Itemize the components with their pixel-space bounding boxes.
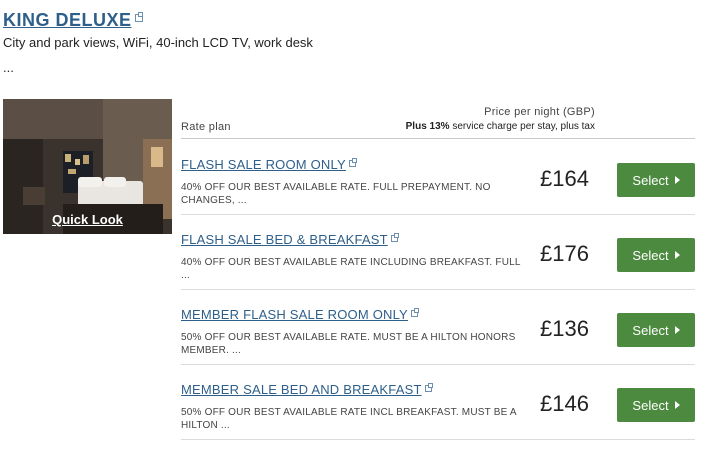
rate-name-link[interactable]: MEMBER SALE BED AND BREAKFAST (181, 382, 422, 397)
select-button[interactable]: Select (617, 313, 695, 347)
external-link-icon (410, 308, 419, 317)
rate-description: 50% OFF OUR BEST AVAILABLE RATE INCL BRE… (181, 407, 517, 431)
rate-row: MEMBER SALE BED AND BREAKFAST 50% OFF OU… (181, 365, 695, 440)
external-link-icon (390, 233, 399, 242)
room-photo[interactable]: Quick Look (3, 99, 172, 234)
rate-name-group: MEMBER FLASH SALE ROOM ONLY (181, 307, 419, 322)
arrow-right-icon (674, 401, 680, 409)
rate-plan-header: Rate plan (181, 121, 231, 133)
external-link-icon (134, 12, 143, 22)
select-button[interactable]: Select (617, 238, 695, 272)
rate-price: £176 (540, 241, 589, 266)
rate-row: FLASH SALE BED & BREAKFAST 40% OFF OUR B… (181, 215, 695, 290)
select-button[interactable]: Select (617, 388, 695, 422)
select-button-label: Select (632, 322, 669, 338)
room-title-group: KING DELUXE (3, 10, 143, 31)
room-more-text: ... (3, 60, 14, 75)
rate-description: 40% OFF OUR BEST AVAILABLE RATE INCLUDIN… (181, 257, 521, 281)
external-link-icon (424, 383, 433, 392)
rate-row: FLASH SALE ROOM ONLY 40% OFF OUR BEST AV… (181, 140, 695, 215)
rate-name-group: FLASH SALE ROOM ONLY (181, 157, 357, 172)
service-charge-text: service charge per stay, plus tax (449, 121, 595, 132)
select-button-label: Select (632, 247, 669, 263)
rate-name-link[interactable]: FLASH SALE BED & BREAKFAST (181, 232, 388, 247)
room-title-link[interactable]: KING DELUXE (3, 10, 132, 31)
price-per-night-label: Price per night (GBP) (484, 106, 595, 118)
header-divider (181, 138, 695, 139)
external-link-icon (348, 158, 357, 167)
rate-row: MEMBER FLASH SALE ROOM ONLY 50% OFF OUR … (181, 290, 695, 365)
quick-look-link[interactable]: Quick Look (3, 212, 172, 227)
rate-name-link[interactable]: MEMBER FLASH SALE ROOM ONLY (181, 307, 408, 322)
rate-name-group: MEMBER SALE BED AND BREAKFAST (181, 382, 433, 397)
service-charge-note: Plus 13% service charge per stay, plus t… (406, 121, 595, 132)
rate-price: £136 (540, 316, 589, 341)
arrow-right-icon (674, 251, 680, 259)
arrow-right-icon (674, 176, 680, 184)
rate-price: £164 (540, 166, 589, 191)
rate-name-group: FLASH SALE BED & BREAKFAST (181, 232, 399, 247)
rate-description: 40% OFF OUR BEST AVAILABLE RATE. FULL PR… (181, 182, 491, 206)
select-button-label: Select (632, 397, 669, 413)
select-button[interactable]: Select (617, 163, 695, 197)
rate-price: £146 (540, 391, 589, 416)
service-charge-percent: Plus 13% (405, 121, 450, 132)
arrow-right-icon (674, 326, 680, 334)
rate-name-link[interactable]: FLASH SALE ROOM ONLY (181, 157, 346, 172)
select-button-label: Select (632, 172, 669, 188)
rate-description: 50% OFF OUR BEST AVAILABLE RATE. MUST BE… (181, 332, 516, 356)
room-description: City and park views, WiFi, 40-inch LCD T… (3, 35, 313, 50)
